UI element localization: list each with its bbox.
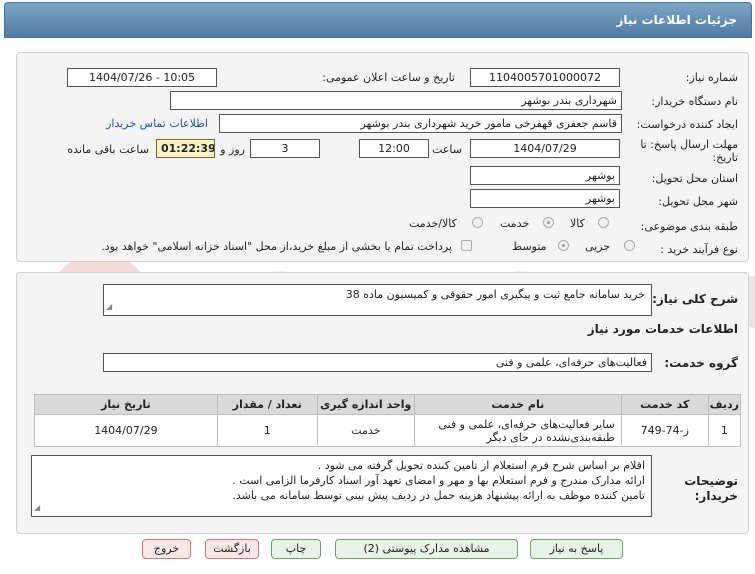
need-number-field: 1104005701000072 xyxy=(470,68,620,87)
deadline-time-field: 12:00 xyxy=(359,139,429,158)
back-button[interactable]: بازگشت xyxy=(205,539,259,559)
need-number-label: شماره نیاز: xyxy=(685,71,738,84)
col-row-header: ردیف xyxy=(707,394,742,415)
title-bar: جزئیات اطلاعات نیاز xyxy=(4,2,752,38)
group-field: فعالیت‌های حرفه‌ای، علمی و فنی xyxy=(103,353,652,372)
cell-date: 1404/07/29 xyxy=(34,414,218,447)
requester-label: ایجاد کننده درخواست: xyxy=(636,118,738,131)
cell-name: سایر فعالیت‌های حرفه‌ای، علمی و فنی طبقه… xyxy=(413,414,622,447)
buyer-org-field: شهرداری بندر بوشهر xyxy=(170,91,622,110)
category-label: طبقه بندی موضوعی: xyxy=(640,220,738,233)
city-field: بوشهر xyxy=(470,189,620,208)
remaining-timer: 01:22:39 xyxy=(156,139,215,158)
resize-grip-icon: ◢ xyxy=(34,503,41,512)
table-row: 1 ز-74-749 سایر فعالیت‌های حرفه‌ای، علمی… xyxy=(34,414,742,447)
print-button[interactable]: چاپ xyxy=(271,539,321,559)
buyer-org-label: نام دستگاه خریدار: xyxy=(651,95,738,108)
contact-buyer-link[interactable]: اطلاعات تماس خریدار xyxy=(106,117,208,130)
category-radio-service[interactable] xyxy=(543,217,554,228)
notes-field: اقلام بر اساس شرح فرم استعلام از تامین ک… xyxy=(31,455,652,517)
cell-qty: 1 xyxy=(216,414,318,447)
col-unit-header: واحد اندازه گیری xyxy=(316,394,415,415)
notes-line-3: تامین کننده موظف به ارائه پیشنهاد هزینه … xyxy=(232,489,645,502)
category-option-service: خدمت xyxy=(500,217,530,230)
category-option-goods-service: کالا/خدمت xyxy=(409,217,457,230)
attachments-button[interactable]: مشاهده مدارک پیوستی (2) xyxy=(335,539,518,559)
process-option-minor: جزیی xyxy=(585,240,611,253)
table-header-row: ردیف کد خدمت نام خدمت واحد اندازه گیری ت… xyxy=(34,394,742,415)
page-title: جزئیات اطلاعات نیاز xyxy=(616,13,737,27)
exit-button[interactable]: خروج xyxy=(142,539,191,559)
province-label: استان محل تحویل: xyxy=(651,172,738,185)
col-qty-header: تعداد / مقدار xyxy=(216,394,318,415)
respond-button[interactable]: پاسخ به نیاز xyxy=(530,539,623,559)
notes-line-1: اقلام بر اساس شرح فرم استعلام از تامین ک… xyxy=(317,459,645,472)
announce-field: 1404/07/26 - 10:05 xyxy=(67,68,217,87)
notes-label: توضیحات خریدار: xyxy=(684,474,738,503)
summary-label: شرح کلی نیاز: xyxy=(652,292,738,306)
cell-row: 1 xyxy=(707,414,742,447)
requester-field: قاسم جعفری قهفرخی مامور خرید شهرداری بند… xyxy=(219,114,622,133)
announce-label: تاریخ و ساعت اعلان عمومی: xyxy=(322,71,455,84)
remaining-label: ساعت باقی مانده xyxy=(67,143,149,156)
summary-text: خرید سامانه جامع ثبت و پیگیری امور حقوقی… xyxy=(345,288,645,301)
notes-line-2: ارائه مدارک مندرج و فرم استعلام بها و مه… xyxy=(232,474,645,487)
col-code-header: کد خدمت xyxy=(620,394,709,415)
days-field: 3 xyxy=(250,139,320,158)
category-radio-goods-service[interactable] xyxy=(472,217,483,228)
days-label: روز و xyxy=(220,143,245,156)
services-table: ردیف کد خدمت نام خدمت واحد اندازه گیری ت… xyxy=(34,394,742,447)
col-name-header: نام خدمت xyxy=(413,394,622,415)
treasury-checkbox[interactable] xyxy=(461,240,472,251)
category-option-goods: کالا xyxy=(570,217,585,230)
summary-field: خرید سامانه جامع ثبت و پیگیری امور حقوقی… xyxy=(103,284,652,316)
group-label: گروه خدمت: xyxy=(664,356,738,370)
category-radio-goods[interactable] xyxy=(598,217,609,228)
resize-grip-icon: ◢ xyxy=(106,302,113,311)
process-radio-medium[interactable] xyxy=(558,240,569,251)
cell-unit: خدمت xyxy=(316,414,415,447)
col-date-header: تاریخ نیاز xyxy=(34,394,218,415)
process-radio-minor[interactable] xyxy=(624,240,635,251)
process-label: نوع فرآیند خرید : xyxy=(660,243,738,256)
deadline-label: مهلت ارسال پاسخ: تا تاریخ: xyxy=(640,138,738,164)
hour-label: ساعت xyxy=(432,143,462,156)
city-label: شهر محل تحویل: xyxy=(658,195,738,208)
payment-note: پرداخت تمام یا بخشی از مبلغ خرید،از محل … xyxy=(101,240,452,253)
process-option-medium: متوسط xyxy=(512,240,547,253)
cell-code: ز-74-749 xyxy=(620,414,709,447)
deadline-date-field: 1404/07/29 xyxy=(470,139,620,158)
province-field: بوشهر xyxy=(470,166,620,185)
services-title: اطلاعات خدمات مورد نیاز xyxy=(587,322,738,336)
